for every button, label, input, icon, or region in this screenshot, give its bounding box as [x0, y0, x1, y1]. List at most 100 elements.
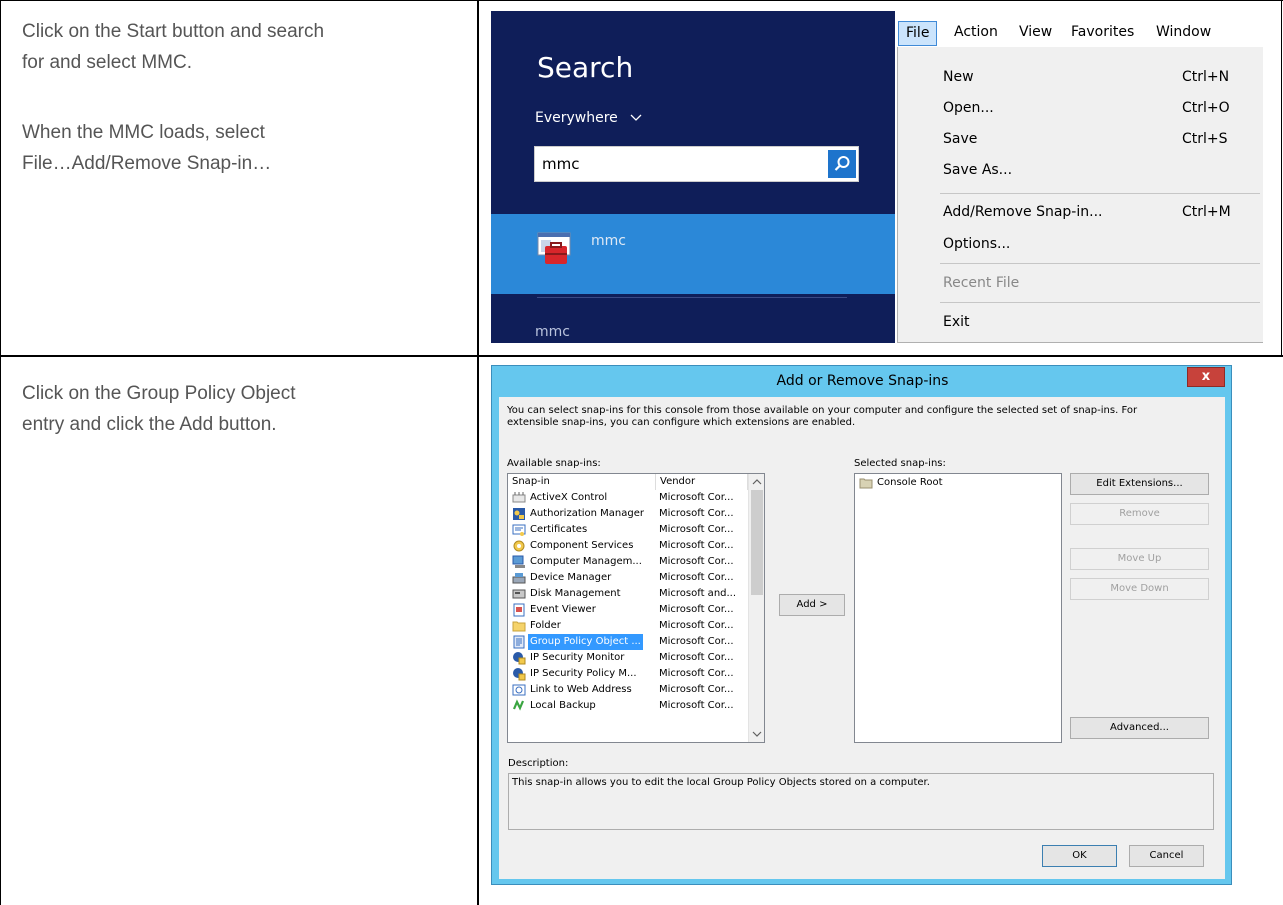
- list-item[interactable]: Folder Microsoft Cor...: [508, 618, 748, 634]
- snapin-name: Authorization Manager: [530, 508, 644, 519]
- available-snapins-label: Available snap-ins:: [507, 458, 601, 469]
- row2-instructions: Click on the Group Policy Object entry a…: [22, 378, 296, 440]
- snapin-vendor: Microsoft Cor...: [659, 572, 734, 583]
- scroll-up-arrow-icon[interactable]: [749, 475, 765, 489]
- list-item[interactable]: IP Security Policy M... Microsoft Cor...: [508, 666, 748, 682]
- menu-separator: [940, 193, 1260, 194]
- menu-item-save[interactable]: Save Ctrl+S: [898, 123, 1264, 157]
- menu-item-add-remove-snap-in[interactable]: Add/Remove Snap-in... Ctrl+M: [898, 196, 1264, 230]
- menu-item-exit[interactable]: Exit: [898, 306, 1264, 340]
- menu-item-shortcut: Ctrl+N: [1182, 69, 1230, 85]
- snapin-vendor: Microsoft Cor...: [659, 620, 734, 631]
- folder-icon: [859, 478, 873, 489]
- snapin-name: IP Security Monitor: [530, 652, 625, 663]
- close-button[interactable]: x: [1187, 367, 1225, 387]
- menu-favorites[interactable]: Favorites: [1064, 21, 1141, 46]
- menu-item-shortcut: Ctrl+M: [1182, 204, 1231, 220]
- menu-item-shortcut: Ctrl+O: [1182, 100, 1230, 116]
- snapin-vendor: Microsoft Cor...: [659, 492, 734, 503]
- available-snapins-list[interactable]: Snap-in Vendor ActiveX Control Microsoft…: [507, 473, 765, 743]
- list-item[interactable]: Component Services Microsoft Cor...: [508, 538, 748, 554]
- list-item[interactable]: IP Security Monitor Microsoft Cor...: [508, 650, 748, 666]
- ok-button[interactable]: OK: [1042, 845, 1117, 867]
- menu-action[interactable]: Action: [947, 21, 1005, 46]
- snapin-name: Local Backup: [530, 700, 596, 711]
- list-item[interactable]: Event Viewer Microsoft Cor...: [508, 602, 748, 618]
- list-item[interactable]: Certificates Microsoft Cor...: [508, 522, 748, 538]
- activex-control-icon: [512, 492, 526, 503]
- column-header-snapin[interactable]: Snap-in: [508, 474, 656, 490]
- dialog-title: Add or Remove Snap-ins: [776, 373, 949, 389]
- menu-view[interactable]: View: [1012, 21, 1059, 46]
- cancel-button[interactable]: Cancel: [1129, 845, 1204, 867]
- ip-security-policy-icon: [513, 668, 526, 681]
- menu-item-open[interactable]: Open... Ctrl+O: [898, 92, 1264, 126]
- snapin-vendor: Microsoft and...: [659, 588, 737, 599]
- add-remove-snap-ins-dialog: Add or Remove Snap-ins x You can select …: [491, 365, 1232, 885]
- search-box[interactable]: [534, 146, 859, 182]
- list-item[interactable]: Computer Managem... Microsoft Cor...: [508, 554, 748, 570]
- search-input[interactable]: [535, 147, 827, 181]
- list-item[interactable]: Local Backup Microsoft Cor...: [508, 698, 748, 714]
- menu-separator: [940, 263, 1260, 264]
- add-button[interactable]: Add >: [779, 594, 845, 616]
- advanced-button[interactable]: Advanced...: [1070, 717, 1209, 739]
- selected-snapins-label: Selected snap-ins:: [854, 458, 946, 469]
- local-backup-icon: [512, 699, 525, 711]
- column-header-vendor[interactable]: Vendor: [656, 474, 748, 490]
- vertical-scrollbar[interactable]: [748, 474, 764, 742]
- snapin-name: ActiveX Control: [530, 492, 608, 503]
- scroll-down-arrow-icon[interactable]: [749, 727, 765, 741]
- table-column-divider: [477, 0, 479, 905]
- menu-item-new[interactable]: New Ctrl+N: [898, 61, 1264, 95]
- snapin-name: Folder: [530, 620, 561, 631]
- search-button[interactable]: [828, 150, 856, 178]
- authorization-manager-icon: [513, 508, 525, 520]
- list-item[interactable]: Authorization Manager Microsoft Cor...: [508, 506, 748, 522]
- intro-line: extensible snap-ins, you can configure w…: [507, 417, 856, 428]
- menu-item-label: Add/Remove Snap-in...: [943, 204, 1103, 220]
- snapin-vendor: Microsoft Cor...: [659, 700, 734, 711]
- selected-snapins-list[interactable]: Console Root: [854, 473, 1062, 743]
- snapin-name: Component Services: [530, 540, 634, 551]
- list-item[interactable]: Console Root: [855, 475, 1095, 491]
- certificates-icon: [512, 524, 526, 536]
- table-top-border: [0, 0, 1283, 1]
- device-manager-icon: [512, 573, 526, 584]
- edit-extensions-button[interactable]: Edit Extensions...: [1070, 473, 1209, 495]
- instruction-line: When the MMC loads, select: [22, 122, 265, 143]
- snapin-name: Certificates: [530, 524, 588, 535]
- remove-button[interactable]: Remove: [1070, 503, 1209, 525]
- dialog-client-area: You can select snap-ins for this console…: [499, 397, 1225, 879]
- folder-icon: [512, 621, 526, 632]
- chevron-down-icon: [630, 114, 642, 121]
- list-item-selected[interactable]: Group Policy Object ... Microsoft Cor...: [508, 634, 748, 650]
- menu-item-save-as[interactable]: Save As...: [898, 154, 1264, 188]
- scrollbar-thumb[interactable]: [751, 490, 763, 595]
- menu-file[interactable]: File: [898, 21, 938, 46]
- snapin-vendor: Microsoft Cor...: [659, 684, 734, 695]
- list-item[interactable]: Link to Web Address Microsoft Cor...: [508, 682, 748, 698]
- divider: [537, 297, 847, 298]
- snapin-vendor: Microsoft Cor...: [659, 508, 734, 519]
- link-to-web-address-icon: [512, 684, 526, 696]
- menu-item-shortcut: Ctrl+S: [1182, 131, 1228, 147]
- instruction-line: Click on the Group Policy Object: [22, 383, 296, 404]
- snapin-name: Event Viewer: [530, 604, 596, 615]
- snapin-vendor: Microsoft Cor...: [659, 604, 734, 615]
- move-down-button[interactable]: Move Down: [1070, 578, 1209, 600]
- snapin-name: Device Manager: [530, 572, 612, 583]
- menu-item-options[interactable]: Options...: [898, 228, 1264, 262]
- list-item[interactable]: ActiveX Control Microsoft Cor...: [508, 490, 748, 506]
- search-icon: [834, 156, 850, 171]
- search-scope-dropdown[interactable]: Everywhere: [535, 110, 642, 126]
- move-up-button[interactable]: Move Up: [1070, 548, 1209, 570]
- search-result-mmc[interactable]: mmc: [491, 214, 895, 294]
- menu-window[interactable]: Window: [1149, 21, 1218, 46]
- row1-instructions-b: When the MMC loads, select File…Add/Remo…: [22, 117, 271, 179]
- list-item[interactable]: Device Manager Microsoft Cor...: [508, 570, 748, 586]
- snapin-vendor: Microsoft Cor...: [659, 652, 734, 663]
- list-item[interactable]: Disk Management Microsoft and...: [508, 586, 748, 602]
- menu-item-label: Options...: [943, 236, 1011, 252]
- snapin-vendor: Microsoft Cor...: [659, 556, 734, 567]
